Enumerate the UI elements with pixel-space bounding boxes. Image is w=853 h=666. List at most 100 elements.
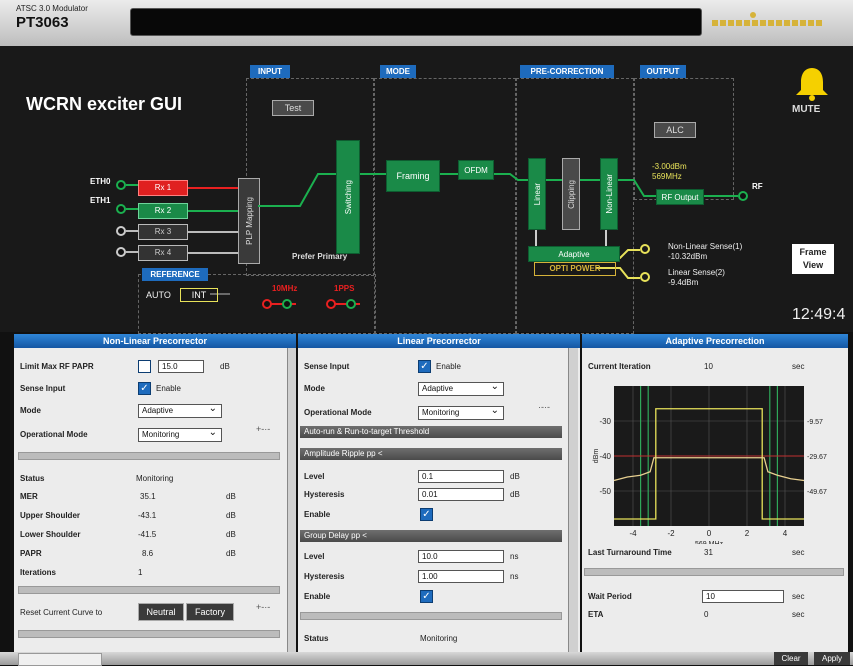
papr-label: PAPR <box>20 549 42 558</box>
upper-shoulder-value: -43.1 <box>138 511 157 520</box>
limit-papr-checkbox[interactable] <box>138 360 151 373</box>
ref-1pps-label: 1PPS <box>334 284 355 293</box>
ref-10mhz-port-icon <box>282 299 292 309</box>
x-tick-label: -4 <box>629 529 637 538</box>
ref-1pps-port-icon <box>346 299 356 309</box>
clipping-label: Clipping <box>566 179 576 209</box>
ofdm-block[interactable]: OFDM <box>458 160 494 180</box>
neutral-button[interactable]: Neutral <box>138 603 184 621</box>
lower-shoulder-label: Lower Shoulder <box>20 530 81 539</box>
mer-label: MER <box>20 492 38 501</box>
rf-port-icon <box>738 191 748 201</box>
gd-hysteresis-unit: ns <box>510 572 519 581</box>
right-axis-label: -49.67 <box>807 489 827 496</box>
papr-unit: dB <box>226 549 236 558</box>
current-iteration-unit: sec <box>792 362 805 371</box>
operational-mode-select[interactable]: Monitoring <box>418 405 504 420</box>
spectrum-chart: -4 -2 0 2 4 -30 -40 -50 -9.57 -29.67 -49.67 569 MHz… <box>593 386 827 544</box>
auto-label: AUTO <box>146 290 171 300</box>
reset-curve-label: Reset Current Curve to <box>20 608 103 617</box>
more-icon[interactable]: ·-·- <box>538 402 550 412</box>
factory-button[interactable]: Factory <box>186 603 234 621</box>
right-axis-label: -29.67 <box>807 454 827 461</box>
amp-hysteresis-input[interactable]: 0.01 <box>418 488 504 501</box>
gd-hysteresis-label: Hysteresis <box>304 572 345 581</box>
sense-input-checkbox[interactable]: ✓ <box>418 360 431 373</box>
wait-period-input[interactable]: 10 <box>702 590 784 603</box>
framing-block[interactable]: Framing <box>386 160 440 192</box>
sense-enable-label: Enable <box>436 362 461 371</box>
eta-unit: sec <box>792 610 805 619</box>
clipping-block[interactable]: Clipping <box>562 158 580 230</box>
iterations-value: 1 <box>138 568 143 577</box>
gd-hysteresis-input[interactable]: 1.00 <box>418 570 504 583</box>
x-tick-label: 2 <box>745 529 750 538</box>
alc-button[interactable]: ALC <box>654 122 696 138</box>
more-icon[interactable]: +-·- <box>256 602 270 612</box>
sense-input-checkbox[interactable]: ✓ <box>138 382 151 395</box>
group-delay-header: Group Delay pp < <box>300 530 562 542</box>
eta-value: 0 <box>704 610 709 619</box>
amp-level-input[interactable]: 0.1 <box>418 470 504 483</box>
lower-shoulder-value: -41.5 <box>138 530 157 539</box>
adaptive-block[interactable]: Adaptive <box>528 246 620 262</box>
last-turnaround-value: 31 <box>704 548 713 557</box>
output-frequency: 569MHz <box>652 172 682 181</box>
gd-enable-label: Enable <box>304 592 331 601</box>
linear-scrollbar[interactable] <box>568 348 578 652</box>
sense-input-label: Sense Input <box>304 362 350 371</box>
status-tab[interactable] <box>18 653 102 666</box>
amp-enable-checkbox[interactable]: ✓ <box>420 508 433 521</box>
y-tick-label: -40 <box>599 452 611 461</box>
gd-level-input[interactable]: 10.0 <box>418 550 504 563</box>
sense-enable-label: Enable <box>156 384 181 393</box>
limit-papr-unit: dB <box>220 362 230 371</box>
gd-level-label: Level <box>304 552 325 561</box>
clock: 12:49:4 <box>792 306 846 323</box>
apply-button[interactable]: Apply <box>814 652 850 665</box>
papr-value: 8.6 <box>142 549 154 558</box>
operational-mode-select[interactable]: Monitoring <box>138 427 222 442</box>
ref-1pps-port-icon <box>326 299 336 309</box>
x-axis-label: 569 MHz <box>695 541 724 544</box>
current-iteration-label: Current Iteration <box>588 362 651 371</box>
mode-label: Mode <box>304 384 325 393</box>
int-button[interactable]: INT <box>180 288 218 302</box>
status-label: Status <box>20 474 45 483</box>
status-value: Monitoring <box>136 474 174 483</box>
nonlinear-scrollbar[interactable] <box>287 348 296 652</box>
section-divider <box>18 630 280 638</box>
gd-enable-checkbox[interactable]: ✓ <box>420 590 433 603</box>
nonlinear-panel: Non-Linear Precorrector Limit Max RF PAP… <box>14 334 296 652</box>
brand-logo <box>712 12 832 30</box>
gd-level-unit: ns <box>510 552 519 561</box>
clear-button[interactable]: Clear <box>774 652 808 665</box>
rf-output-block[interactable]: RF Output <box>656 189 704 205</box>
non-linear-label: Non-Linear <box>604 174 614 214</box>
current-iteration-value: 10 <box>704 362 713 371</box>
x-tick-label: 4 <box>783 529 788 538</box>
mer-value: 35.1 <box>140 492 156 501</box>
ref-10mhz-label: 10MHz <box>272 284 298 293</box>
non-linear-block[interactable]: Non-Linear <box>600 158 618 230</box>
y-tick-label: -30 <box>599 417 611 426</box>
mute-button[interactable]: MUTE <box>790 62 834 122</box>
section-divider <box>18 452 280 460</box>
mode-select[interactable]: Adaptive <box>418 381 504 396</box>
linear-sense-label: Linear Sense(2) <box>668 268 725 277</box>
last-turnaround-unit: sec <box>792 548 805 557</box>
lower-shoulder-unit: dB <box>226 530 236 539</box>
limit-papr-input[interactable]: 15.0 <box>158 360 204 373</box>
frame-view-button[interactable]: Frame View <box>792 244 834 274</box>
more-icon[interactable]: +-·- <box>256 424 270 434</box>
bottom-bar: Clear Apply <box>0 652 853 666</box>
status-message-bar <box>130 8 702 36</box>
amp-hysteresis-unit: dB <box>510 490 520 499</box>
linear-block[interactable]: Linear <box>528 158 546 230</box>
window-subtitle: ATSC 3.0 Modulator <box>16 4 88 13</box>
linear-panel: Linear Precorrector Sense Input ✓ Enable… <box>298 334 580 652</box>
ref-10mhz-port-icon <box>262 299 272 309</box>
switching-block[interactable]: Switching <box>336 140 360 254</box>
reference-label: REFERENCE <box>142 268 208 281</box>
mode-select[interactable]: Adaptive <box>138 403 222 418</box>
